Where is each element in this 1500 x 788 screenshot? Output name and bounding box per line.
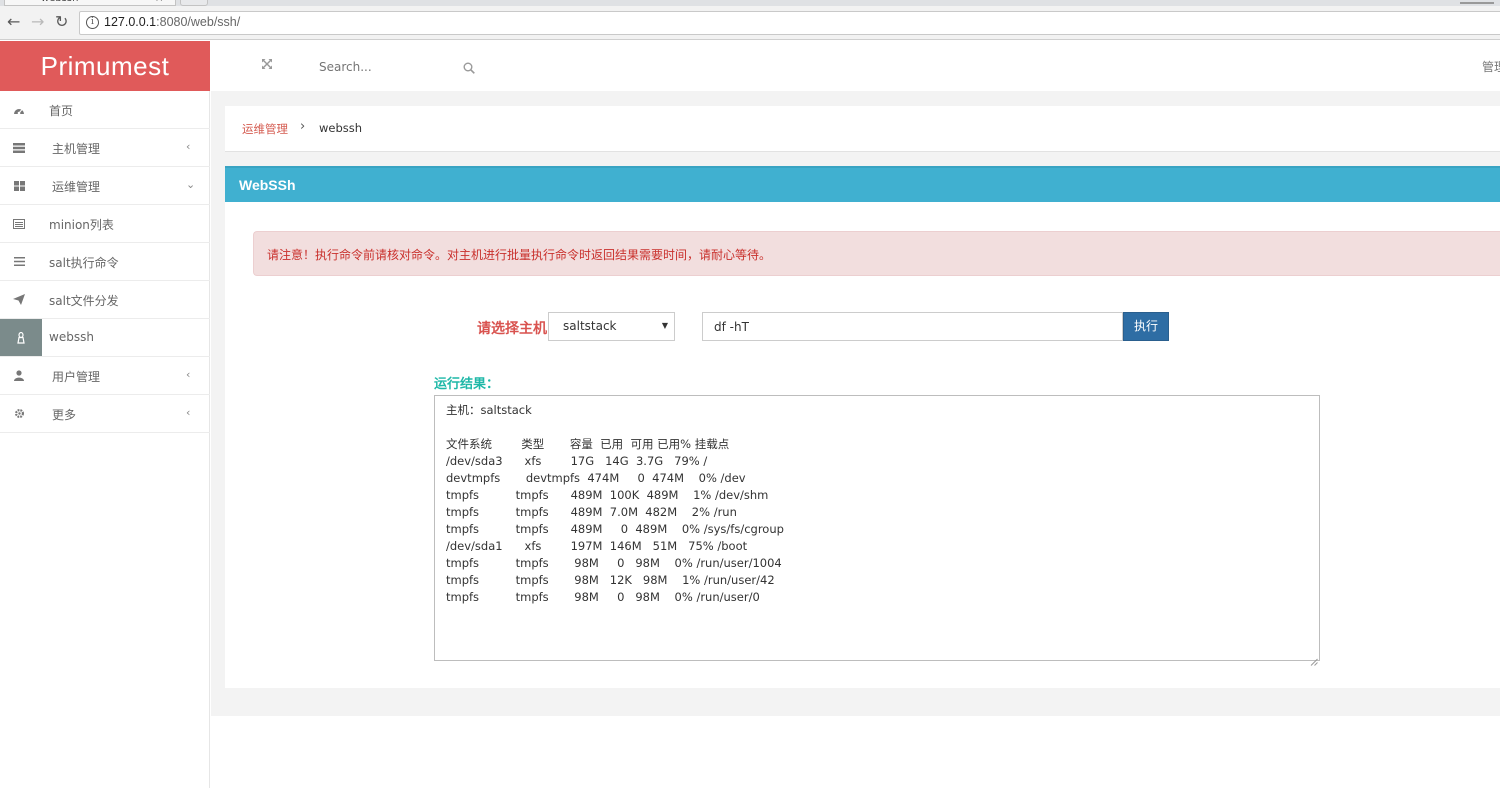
- sidebar-item-label: salt执行命令: [49, 256, 119, 270]
- breadcrumb-current: webssh: [319, 121, 363, 135]
- send-icon: [0, 281, 38, 318]
- main-content: 管理 运维管理 › webssh WebSSh 请注意！执行命令前请核对命令。对…: [211, 41, 1500, 716]
- info-icon[interactable]: i: [86, 16, 99, 29]
- breadcrumb-separator: ›: [300, 119, 306, 134]
- sidebar-item-more[interactable]: 更多 ‹: [0, 395, 210, 433]
- sidebar-item-home[interactable]: 首页: [0, 91, 210, 129]
- sidebar-item-webssh[interactable]: webssh: [0, 319, 210, 357]
- sidebar-item-users[interactable]: 用户管理 ‹: [0, 357, 210, 395]
- address-bar[interactable]: i 127.0.0.1:8080/web/ssh/: [79, 11, 1500, 35]
- sidebar-item-label: 用户管理: [52, 370, 101, 384]
- sidebar-item-minion-list[interactable]: minion列表: [0, 205, 210, 243]
- breadcrumb: 运维管理 › webssh: [225, 106, 1500, 152]
- forward-icon[interactable]: →: [31, 13, 44, 31]
- result-output[interactable]: 主机：saltstack 文件系统 类型 容量 已用 可用 已用% 挂载点 /d…: [434, 395, 1320, 666]
- admin-menu[interactable]: 管理: [1482, 58, 1500, 75]
- browser-tab-title: webssh: [41, 0, 78, 4]
- panel-title: WebSSh: [225, 166, 1500, 202]
- browser-toolbar: ← → ↻ i 127.0.0.1:8080/web/ssh/: [0, 6, 1500, 40]
- sidebar-item-label: salt文件分发: [49, 294, 119, 308]
- menu-icon: [0, 243, 38, 280]
- chevron-left-icon: ‹: [186, 368, 191, 381]
- sidebar-item-salt-cmd[interactable]: salt执行命令: [0, 243, 210, 281]
- result-label: 运行结果：: [434, 377, 500, 392]
- logo[interactable]: Primumest: [0, 41, 210, 91]
- sidebar-item-salt-file[interactable]: salt文件分发: [0, 281, 210, 319]
- host-select-label: 请选择主机: [477, 321, 547, 337]
- top-navbar: 管理: [211, 41, 1500, 91]
- execute-button[interactable]: 执行: [1123, 312, 1169, 341]
- sidebar-item-label: 主机管理: [52, 142, 101, 156]
- webssh-panel: WebSSh 请注意！执行命令前请核对命令。对主机进行批量执行命令时返回结果需要…: [225, 166, 1500, 688]
- command-input[interactable]: [702, 312, 1123, 341]
- sidebar-item-label: minion列表: [49, 218, 114, 232]
- gear-icon: [0, 395, 38, 432]
- sidebar: Primumest 首页 主机管理 ‹ 运维管理 ⌄ minion列表 salt…: [0, 41, 210, 788]
- search-input[interactable]: [317, 59, 457, 75]
- chevron-left-icon: ‹: [186, 406, 191, 419]
- tab-close-icon[interactable]: ×: [155, 0, 163, 4]
- linux-icon: [0, 319, 42, 356]
- server-icon: [0, 129, 38, 166]
- sidebar-item-label: 运维管理: [52, 180, 101, 194]
- back-icon[interactable]: ←: [7, 13, 20, 31]
- resize-handle-icon[interactable]: [1310, 651, 1318, 666]
- result-text: 主机：saltstack 文件系统 类型 容量 已用 可用 已用% 挂载点 /d…: [446, 403, 784, 604]
- sidebar-item-label: webssh: [49, 330, 94, 344]
- sidebar-item-label: 首页: [49, 104, 74, 118]
- chevron-left-icon: ‹: [186, 140, 191, 153]
- caret-down-icon: ▼: [661, 321, 668, 330]
- dashboard-icon: [0, 91, 38, 128]
- sidebar-menu: 首页 主机管理 ‹ 运维管理 ⌄ minion列表 salt执行命令 salt文…: [0, 91, 210, 433]
- address-url: 127.0.0.1:8080/web/ssh/: [104, 15, 241, 29]
- host-select-value: saltstack: [563, 319, 617, 333]
- user-icon: [0, 357, 38, 394]
- list-alt-icon: [0, 205, 38, 242]
- host-select[interactable]: saltstack ▼: [548, 312, 675, 341]
- reload-icon[interactable]: ↻: [55, 13, 68, 31]
- sidebar-item-hosts[interactable]: 主机管理 ‹: [0, 129, 210, 167]
- chevron-down-icon: ⌄: [186, 178, 196, 191]
- grid-icon: [0, 167, 38, 204]
- sidebar-item-ops[interactable]: 运维管理 ⌄: [0, 167, 210, 205]
- warning-alert: 请注意！执行命令前请核对命令。对主机进行批量执行命令时返回结果需要时间，请耐心等…: [253, 231, 1500, 276]
- fullscreen-icon[interactable]: [261, 58, 273, 74]
- minimize-icon[interactable]: [1460, 0, 1494, 4]
- sidebar-item-label: 更多: [52, 408, 77, 422]
- search-icon[interactable]: [463, 59, 475, 74]
- breadcrumb-link-ops[interactable]: 运维管理: [242, 121, 288, 137]
